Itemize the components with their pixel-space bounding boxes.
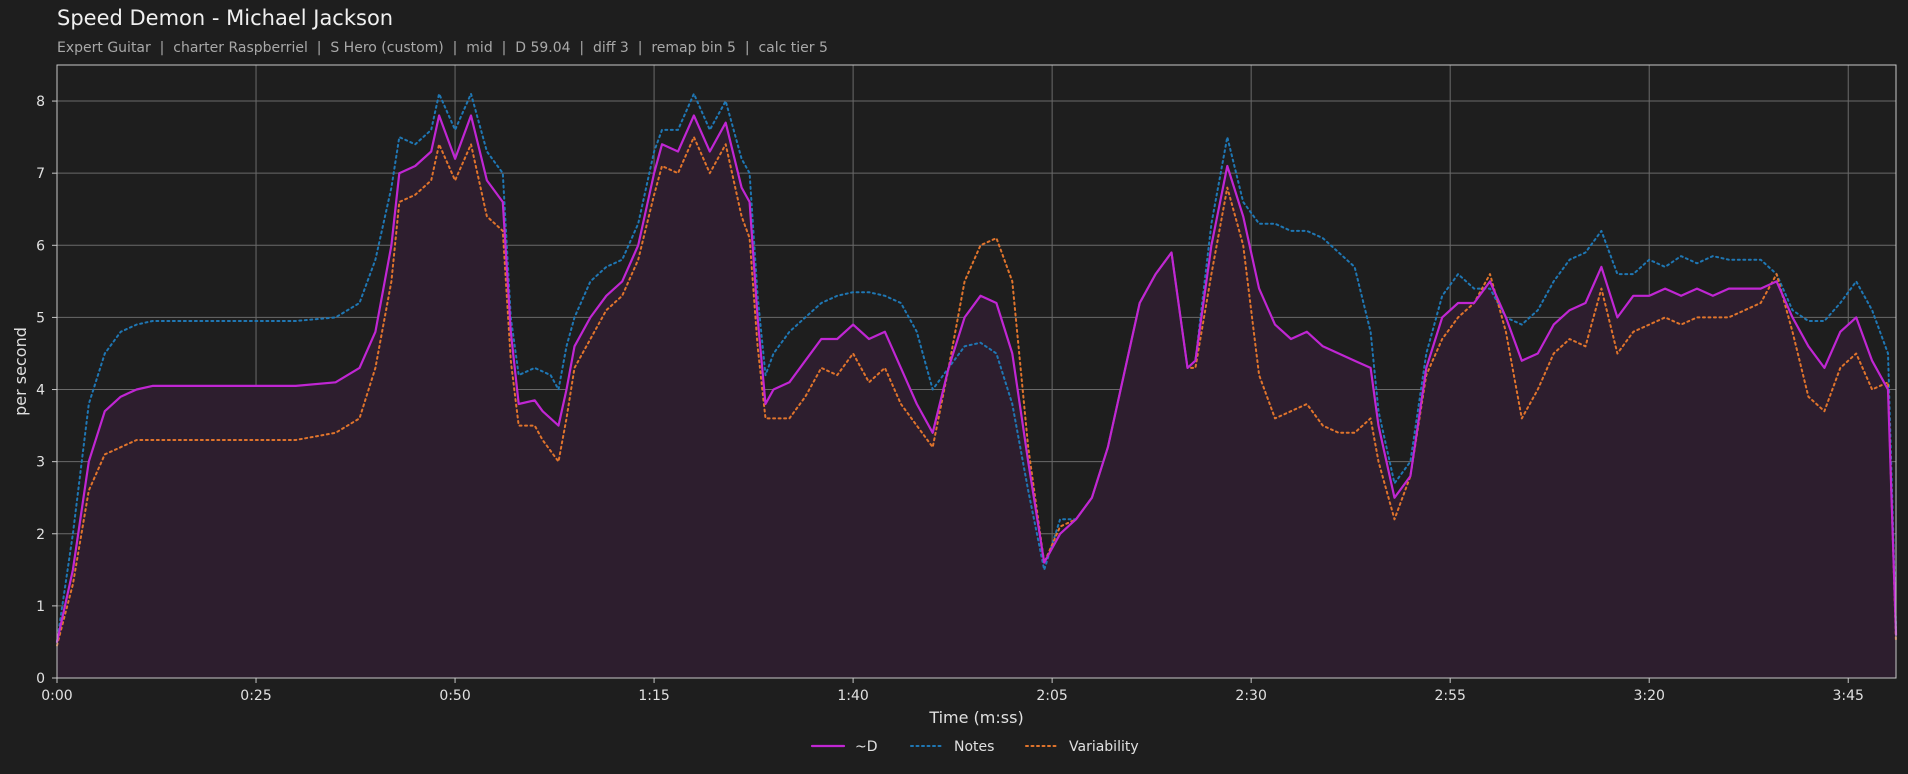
- x-tick-label: 2:30: [1235, 688, 1266, 704]
- legend: ~D Notes Variability: [810, 739, 1139, 755]
- x-axis-label: Time (m:ss): [928, 708, 1023, 727]
- legend-label: Variability: [1069, 739, 1139, 755]
- y-tick-label: 2: [36, 527, 45, 543]
- y-tick-label: 3: [36, 455, 45, 471]
- line-chart: 0:00 0:25 0:50 1:15 1:40 2:05 2:30 2:55 3:20 3:45…: [11, 64, 1898, 755]
- y-tick-label: 0: [36, 671, 45, 687]
- x-tick-label: 2:05: [1036, 688, 1067, 704]
- legend-label: ~D: [855, 739, 878, 755]
- x-tick-label: 2:55: [1434, 688, 1465, 704]
- d-area-fill: [57, 115, 1896, 678]
- x-tick-label: 1:15: [638, 688, 669, 704]
- y-tick-label: 4: [36, 383, 45, 399]
- x-tick-label: 3:20: [1633, 688, 1664, 704]
- y-tick-label: 7: [36, 166, 45, 182]
- y-tick-label: 6: [36, 238, 45, 254]
- x-tick-label: 1:40: [837, 688, 868, 704]
- x-tick-label: 0:00: [41, 688, 72, 704]
- y-axis-label: per second: [11, 327, 30, 416]
- d-area: [57, 115, 1896, 678]
- x-tick-label: 3:45: [1833, 688, 1864, 704]
- x-tick-label: 0:25: [240, 688, 271, 704]
- x-tick-label: 0:50: [439, 688, 470, 704]
- y-tick-label: 5: [36, 310, 45, 326]
- y-tick-label: 1: [36, 599, 45, 615]
- legend-label: Notes: [954, 739, 994, 755]
- y-tick-label: 8: [36, 94, 45, 110]
